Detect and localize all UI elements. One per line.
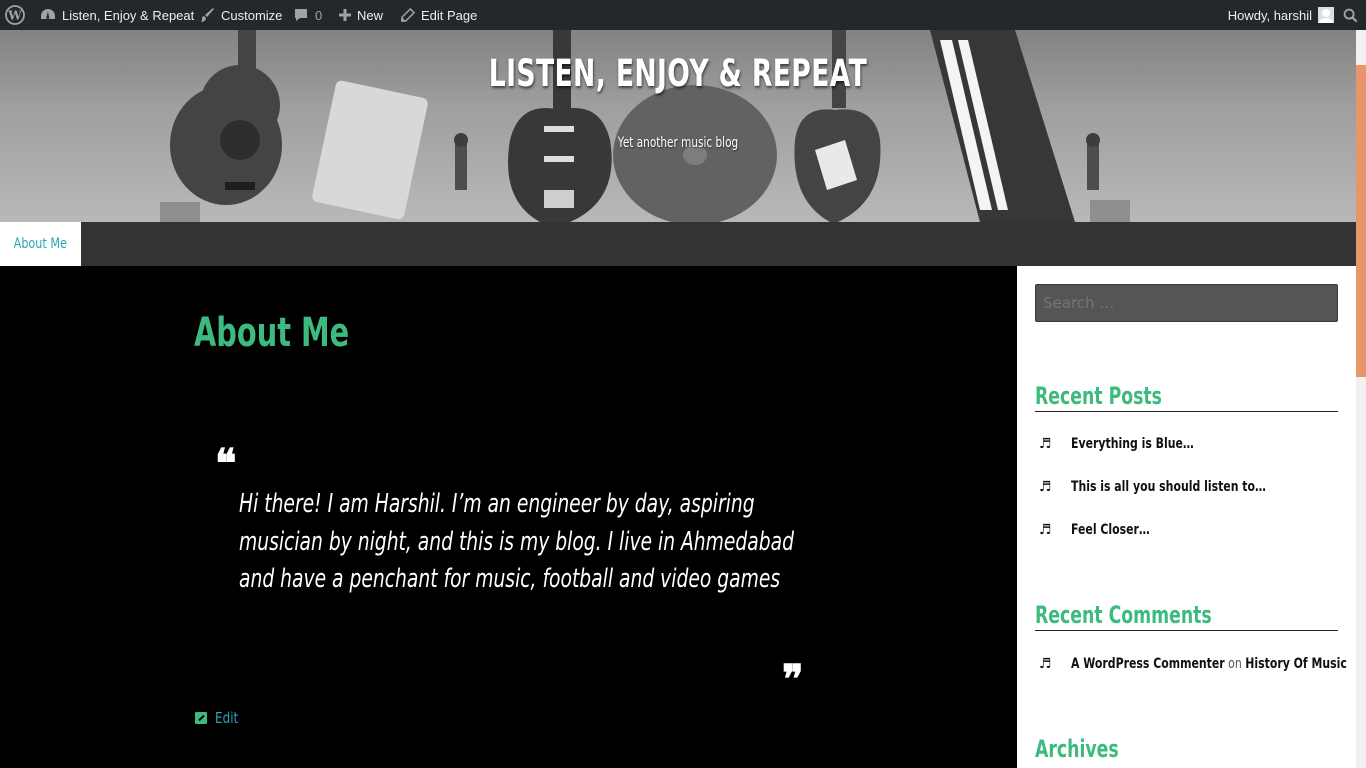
comment-author-link[interactable]: A WordPress Commenter [1071,656,1225,672]
comment-bubble-icon [295,9,307,21]
list-item: ♬ Feel Closer… [1039,522,1172,538]
nav-item-about-me[interactable]: About Me [0,222,81,266]
customize-label: Customize [221,7,283,23]
howdy-label: Howdy, harshil [1227,7,1312,23]
recent-posts-title: Recent Posts [1035,382,1338,412]
customize-link[interactable]: Customize [199,0,282,30]
site-title[interactable]: LISTEN, ENJOY & REPEAT [190,52,1166,95]
edit-icon [195,712,207,724]
list-item: ♬ This is all you should listen to… [1039,479,1321,495]
archives-title-text: Archives [1035,735,1119,763]
main-content: About Me ❝ Hi there! I am Harshil. I’m a… [0,266,1017,768]
admin-bar: W Listen, Enjoy & Repeat Customize 0 New… [0,0,1366,30]
nav-item-label: About Me [13,236,68,252]
comment-post-link[interactable]: History Of Music [1245,656,1347,672]
comment-on-text: on [1228,656,1242,672]
edit-page-link[interactable]: Edit Page [400,0,477,30]
plus-icon [339,9,351,21]
recent-post-link[interactable]: This is all you should listen to… [1071,479,1266,495]
music-note-icon: ♬ [1039,436,1052,452]
main-navigation: About Me [0,222,1356,266]
sidebar: Recent Posts ♬ Everything is Blue… ♬ Thi… [1017,266,1356,768]
edit-post-link[interactable]: Edit [195,709,244,727]
comments-count: 0 [315,7,323,23]
customize-brush-icon [201,8,214,22]
site-name-label: Listen, Enjoy & Repeat [62,7,195,23]
page-title: About Me [194,310,350,356]
admin-search-button[interactable] [1340,0,1360,30]
recent-post-link[interactable]: Everything is Blue… [1071,436,1194,452]
new-content-menu[interactable]: New [338,0,383,30]
search-input[interactable] [1035,284,1338,322]
wordpress-logo-button[interactable]: W [4,0,26,30]
list-item: ♬ A WordPress Commenter on History Of Mu… [1039,656,1366,672]
new-label: New [357,7,384,23]
music-note-icon: ♬ [1039,522,1052,538]
comments-link[interactable]: 0 [293,0,322,30]
site-name-menu[interactable]: Listen, Enjoy & Repeat [40,0,194,30]
scrollbar-thumb[interactable] [1356,65,1366,377]
recent-comments-title-text: Recent Comments [1035,601,1212,629]
recent-posts-title-text: Recent Posts [1035,382,1162,410]
avatar [1318,7,1334,23]
list-item: ♬ Everything is Blue… [1039,436,1228,452]
recent-post-link[interactable]: Feel Closer… [1071,522,1150,538]
dashboard-icon [41,9,55,19]
archives-title: Archives [1035,735,1338,765]
recent-comments-title: Recent Comments [1035,601,1338,631]
page-scrollbar[interactable] [1356,30,1366,768]
site-description: Yet another music blog [617,135,739,151]
wordpress-icon: W [5,5,25,25]
my-account-menu[interactable]: Howdy, harshil [1228,0,1334,30]
svg-text:W: W [7,9,22,23]
site-header: LISTEN, ENJOY & REPEAT Yet another music… [0,30,1356,222]
music-note-icon: ♬ [1039,656,1052,672]
blockquote-text: Hi there! I am Harshil. I’m an engineer … [239,489,795,594]
edit-page-label: Edit Page [421,7,478,23]
open-quote-icon: ❝ [215,440,237,487]
pencil-icon [401,7,415,22]
search-icon [1343,8,1357,22]
music-note-icon: ♬ [1039,479,1052,495]
close-quote-icon: ❞ [782,656,804,703]
edit-label: Edit [215,709,239,727]
